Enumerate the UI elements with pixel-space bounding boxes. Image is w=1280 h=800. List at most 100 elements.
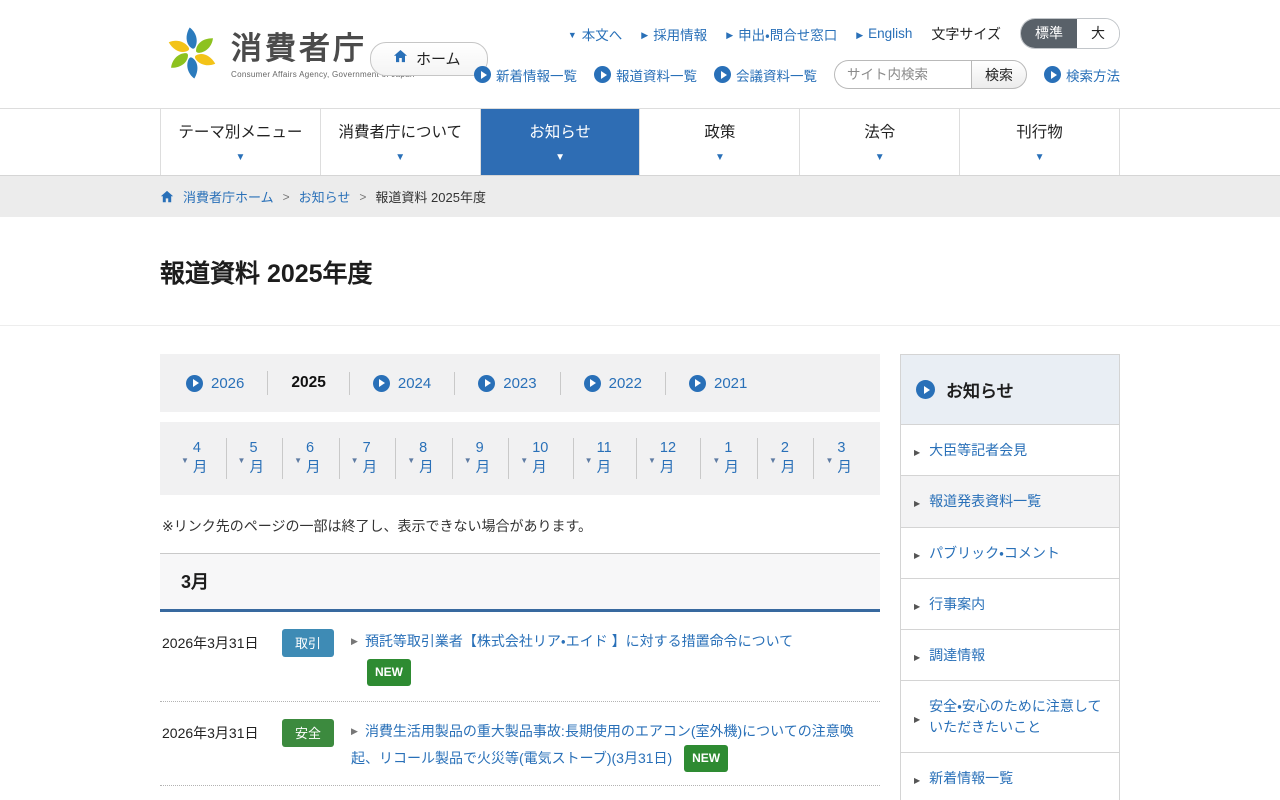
caret-down-icon	[294, 451, 302, 467]
caret-down-icon	[407, 451, 415, 467]
circle-play-icon	[594, 66, 611, 83]
circle-play-icon	[1044, 66, 1061, 83]
arrow-right-icon	[856, 26, 863, 41]
caret-down-icon	[585, 451, 593, 467]
news-link[interactable]: 消費生活用製品の重大製品事故:長期使用のエアコン(室外機)についての注意喚起、リ…	[351, 723, 854, 766]
arrow-right-icon	[914, 645, 920, 665]
month-link-12[interactable]: 12月	[636, 438, 700, 479]
meeting-list-link[interactable]: 会議資料一覧	[714, 65, 817, 85]
circle-play-icon	[916, 380, 935, 399]
font-size-standard-button[interactable]: 標準	[1021, 19, 1077, 48]
font-size-label: 文字サイズ	[931, 24, 1001, 44]
sidebar-item-press-conference[interactable]: 大臣等記者会見	[901, 424, 1119, 475]
month-link-5[interactable]: 5月	[226, 438, 283, 479]
circle-play-icon	[373, 375, 390, 392]
caret-down-icon	[181, 451, 189, 467]
year-tabs: 2026 2025 2024 2023 2022 2021	[160, 354, 880, 412]
nav-policy[interactable]: 政策	[640, 109, 800, 175]
year-tab-2024[interactable]: 2024	[349, 372, 454, 395]
recruit-link[interactable]: 採用情報	[641, 24, 707, 44]
home-icon	[393, 49, 408, 68]
to-content-link[interactable]: 本文へ	[568, 24, 622, 44]
main-column: 2026 2025 2024 2023 2022 2021	[160, 354, 880, 800]
english-link[interactable]: English	[856, 26, 912, 41]
month-link-3[interactable]: 3月	[813, 438, 870, 479]
news-row: 2026年3月31日 安全 消費生活用製品の重大製品事故:長期使用のエアコン(室…	[160, 702, 880, 786]
month-link-2[interactable]: 2月	[757, 438, 814, 479]
circle-play-icon	[478, 375, 495, 392]
disclaimer-note: ※リンク先のページの一部は終了し、表示できない場合があります。	[162, 516, 880, 536]
contact-link[interactable]: 申出・問合せ窓口	[726, 24, 837, 44]
arrow-right-icon	[914, 594, 920, 614]
month-link-4[interactable]: 4月	[170, 438, 226, 479]
sidebar-item-events[interactable]: 行事案内	[901, 578, 1119, 629]
sidebar-item-procurement[interactable]: 調達情報	[901, 629, 1119, 680]
breadcrumb-current: 報道資料 2025年度	[375, 187, 486, 206]
new-badge: NEW	[367, 659, 411, 686]
news-link[interactable]: 預託等取引業者【株式会社リア・エイド 】に対する措置命令について	[365, 633, 793, 649]
year-tab-2022[interactable]: 2022	[560, 372, 665, 395]
arrow-right-icon	[726, 26, 733, 41]
year-tab-2023[interactable]: 2023	[454, 372, 559, 395]
home-icon	[160, 190, 174, 204]
year-tab-2021[interactable]: 2021	[665, 372, 770, 395]
category-badge: 取引	[282, 629, 334, 657]
sidebar-news-menu: お知らせ 大臣等記者会見 報道発表資料一覧 パブリック・コメント 行事案内 調達…	[900, 354, 1120, 800]
chevron-right-icon: >	[359, 190, 366, 204]
search-help-link[interactable]: 検索方法	[1044, 65, 1120, 85]
new-badge: NEW	[684, 745, 728, 772]
month-link-1[interactable]: 1月	[700, 438, 757, 479]
caret-down-icon	[520, 451, 528, 467]
sidebar-item-public-comment[interactable]: パブリック・コメント	[901, 527, 1119, 578]
circle-play-icon	[474, 66, 491, 83]
year-tab-2026[interactable]: 2026	[184, 372, 267, 395]
caret-down-icon	[825, 451, 833, 467]
arrow-right-icon	[641, 26, 648, 41]
title-section: 報道資料 2025年度	[0, 217, 1280, 326]
arrow-right-icon	[914, 543, 920, 563]
arrow-right-icon	[351, 633, 365, 649]
nav-publications[interactable]: 刊行物	[960, 109, 1120, 175]
search-input[interactable]	[834, 60, 971, 89]
pinwheel-logo-icon	[163, 24, 221, 87]
news-row: 2026年3月31日 制度 第7回現代社会における消費者取引の在り方を踏まえた消…	[160, 786, 880, 800]
press-list-link[interactable]: 報道資料一覧	[594, 65, 697, 85]
circle-play-icon	[584, 375, 601, 392]
breadcrumb: 消費者庁ホーム > お知らせ > 報道資料 2025年度	[160, 176, 1120, 217]
font-size-large-button[interactable]: 大	[1077, 19, 1119, 48]
quick-links-row: 新着情報一覧 報道資料一覧 会議資料一覧 検索 検索方法	[474, 60, 1120, 89]
month-link-8[interactable]: 8月	[395, 438, 452, 479]
news-list: 2026年3月31日 取引 預託等取引業者【株式会社リア・エイド 】に対する措置…	[160, 612, 880, 800]
caret-down-icon	[715, 147, 725, 165]
home-button[interactable]: ホーム	[370, 42, 488, 76]
new-info-list-link[interactable]: 新着情報一覧	[474, 65, 577, 85]
month-link-11[interactable]: 11月	[573, 438, 636, 479]
month-link-10[interactable]: 10月	[508, 438, 572, 479]
search-button[interactable]: 検索	[971, 60, 1027, 89]
caret-down-icon	[1035, 147, 1045, 165]
nav-theme-menu[interactable]: テーマ別メニュー	[161, 109, 321, 175]
sidebar-item-safety-caution[interactable]: 安全・安心のために注意していただきたいこと	[901, 680, 1119, 752]
circle-play-icon	[689, 375, 706, 392]
nav-news[interactable]: お知らせ	[481, 109, 641, 175]
sidebar-item-press-releases[interactable]: 報道発表資料一覧	[901, 475, 1119, 526]
content-area: 2026 2025 2024 2023 2022 2021	[160, 326, 1120, 800]
nav-about-agency[interactable]: 消費者庁について	[321, 109, 481, 175]
month-link-7[interactable]: 7月	[339, 438, 396, 479]
utility-nav: 本文へ 採用情報 申出・問合せ窓口 English 文字サイズ 標準 大	[568, 18, 1120, 49]
page-title: 報道資料 2025年度	[160, 254, 1120, 290]
month-link-6[interactable]: 6月	[282, 438, 339, 479]
caret-down-icon	[712, 451, 720, 467]
nav-laws[interactable]: 法令	[800, 109, 960, 175]
caret-down-icon	[648, 451, 656, 467]
news-date: 2026年3月31日	[162, 629, 274, 653]
category-badge: 安全	[282, 719, 334, 747]
news-row: 2026年3月31日 取引 預託等取引業者【株式会社リア・エイド 】に対する措置…	[160, 612, 880, 702]
sidebar-item-new-info[interactable]: 新着情報一覧	[901, 752, 1119, 800]
arrow-right-icon	[914, 768, 920, 788]
year-tab-2025-current: 2025	[267, 371, 348, 395]
breadcrumb-home-link[interactable]: 消費者庁ホーム	[183, 187, 274, 206]
caret-down-icon	[769, 451, 777, 467]
breadcrumb-section-link[interactable]: お知らせ	[299, 187, 351, 206]
month-link-9[interactable]: 9月	[452, 438, 509, 479]
